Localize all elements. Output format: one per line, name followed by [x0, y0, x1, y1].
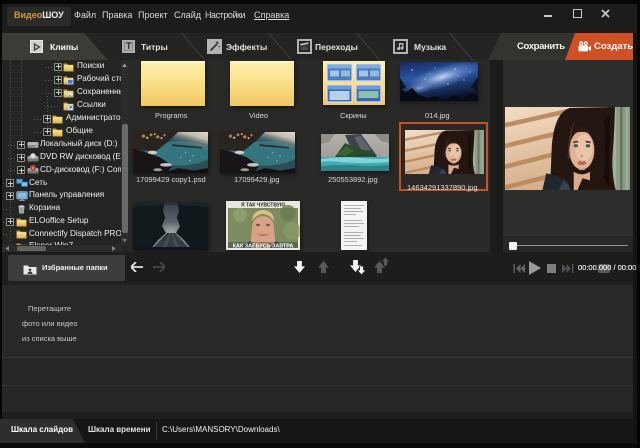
svg-text:КАК ЗАЕБУСЬ ЗАВТРА: КАК ЗАЕБУСЬ ЗАВТРА [233, 243, 294, 249]
svg-text:Я ТАК ЧУВСТВУЮ: Я ТАК ЧУВСТВУЮ [241, 203, 285, 209]
